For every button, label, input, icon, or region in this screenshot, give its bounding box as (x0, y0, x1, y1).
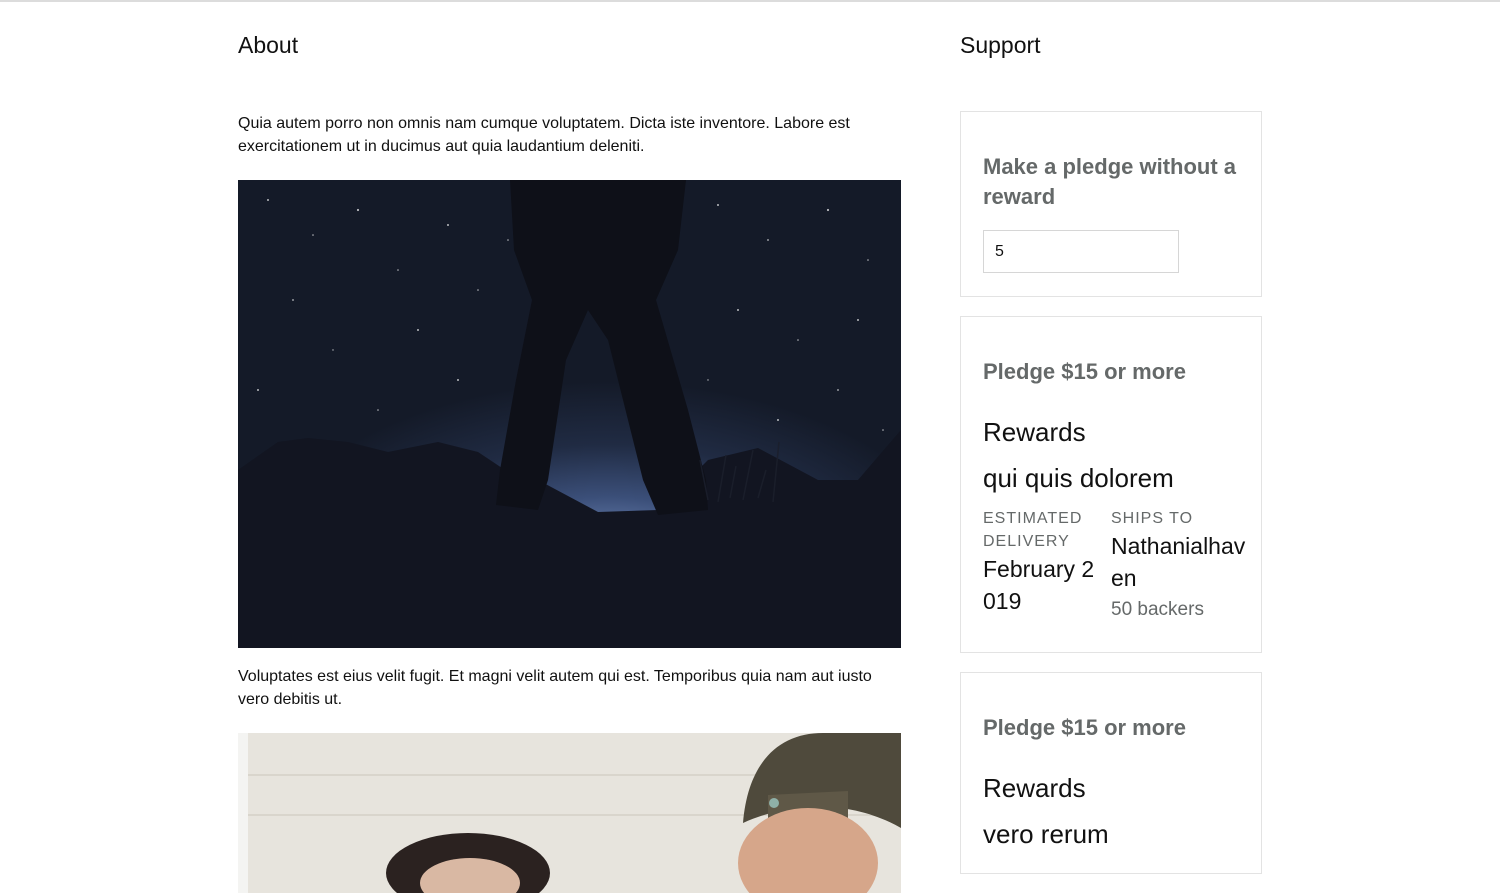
support-heading: Support (960, 32, 1041, 58)
pledge-without-reward-title: Make a pledge without a reward (983, 154, 1237, 209)
about-paragraph-1: Quia autem porro non omnis nam cumque vo… (238, 115, 850, 155)
reward-name: qui quis dolorem (983, 463, 1174, 493)
about-paragraph-2: Voluptates est eius velit fugit. Et magn… (238, 668, 872, 708)
estimated-delivery-label: ESTIMATED DELIVERY (983, 510, 1083, 550)
rewards-label: Rewards (983, 417, 1086, 447)
pledge-without-reward-card[interactable]: Make a pledge without a reward (960, 111, 1262, 297)
night-sky-photo (238, 180, 901, 648)
backers-count: 50 backers (1111, 599, 1204, 620)
reward-card[interactable]: Pledge $15 or more Rewards vero rerum (960, 672, 1262, 874)
reward-pledge-title: Pledge $15 or more (983, 359, 1186, 384)
about-heading: About (238, 32, 299, 58)
people-photo (238, 733, 901, 893)
top-divider (0, 0, 1500, 2)
estimated-delivery: ESTIMATED DELIVERY February 2019 (983, 507, 1101, 617)
rewards-label: Rewards (983, 773, 1086, 803)
ships-to-label: SHIPS TO (1111, 510, 1194, 527)
reward-card[interactable]: Pledge $15 or more Rewards qui quis dolo… (960, 316, 1262, 653)
estimated-delivery-value: February 2019 (983, 556, 1095, 614)
ships-to: SHIPS TO Nathanialhaven 50 backers (1111, 507, 1251, 622)
reward-name: vero rerum (983, 819, 1109, 849)
ships-to-value: Nathanialhaven (1111, 533, 1246, 591)
pledge-amount-input[interactable] (983, 230, 1179, 273)
reward-pledge-title: Pledge $15 or more (983, 715, 1186, 740)
